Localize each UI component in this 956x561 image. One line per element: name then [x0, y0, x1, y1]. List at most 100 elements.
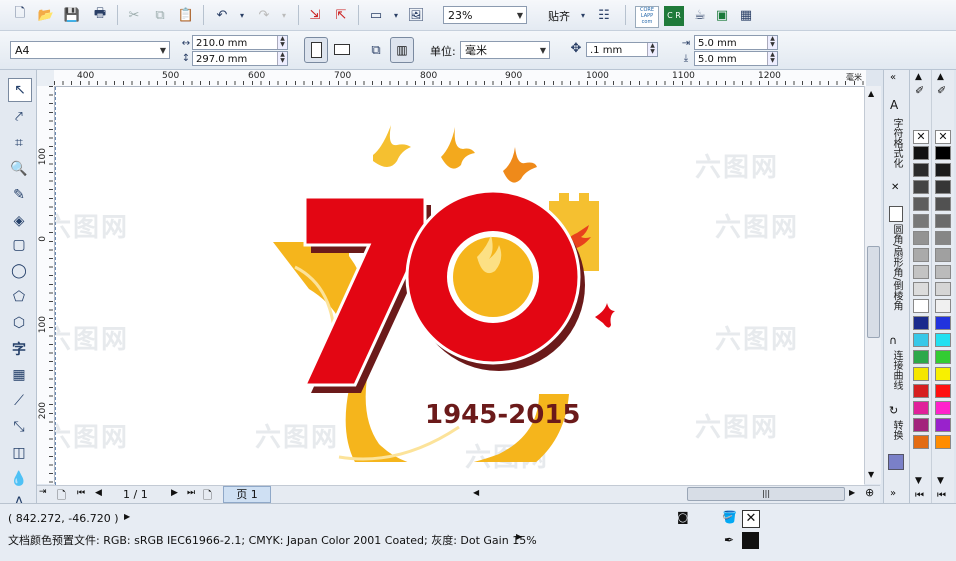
color-swatch[interactable] [935, 367, 951, 381]
color-swatch[interactable] [913, 384, 929, 398]
color-swatch[interactable] [935, 146, 951, 160]
outline-color-swatch[interactable] [742, 532, 759, 549]
palette-scroll-up-icon[interactable]: ▲ [915, 72, 922, 82]
color-swatch[interactable] [913, 180, 929, 194]
color-swatch[interactable] [935, 435, 951, 449]
pick-tool-icon[interactable]: ↖ [8, 78, 32, 102]
color-swatch[interactable] [913, 231, 929, 245]
options-icon[interactable]: ☷ [594, 5, 614, 25]
smart-fill-tool-icon[interactable]: ◈ [8, 210, 30, 232]
add-page-icon[interactable]: ⇥ [39, 487, 47, 497]
effects-tool-icon[interactable]: ◫ [8, 442, 30, 464]
color-swatch[interactable] [935, 333, 951, 347]
fill-color-swatch[interactable]: ✕ [742, 510, 760, 528]
zoom-tool-icon[interactable]: 🔍 [8, 158, 30, 180]
color-swatch[interactable] [935, 180, 951, 194]
scroll-up-icon[interactable]: ▲ [868, 89, 874, 98]
table-tool-icon[interactable]: ▦ [8, 364, 30, 386]
no-color-swatch[interactable]: ✕ [935, 130, 951, 144]
scroll-left-icon[interactable]: ◀ [473, 488, 479, 497]
fillet-icon[interactable] [889, 206, 903, 222]
page-width-field[interactable]: 210.0 mm ▲ ▼ [192, 35, 288, 50]
color-swatch[interactable] [935, 197, 951, 211]
docker-collapse-icon[interactable]: « [890, 72, 896, 83]
text-tool-icon[interactable]: 字 [8, 338, 30, 360]
color-swatch[interactable] [935, 418, 951, 432]
color-swatch[interactable] [913, 214, 929, 228]
duplicate-y-field[interactable]: 5.0 mm ▲ ▼ [694, 51, 778, 66]
open-folder-icon[interactable]: 📂 [36, 5, 56, 25]
tab-join-curves[interactable]: 连接曲线 [888, 350, 904, 390]
color-swatch[interactable] [913, 350, 929, 364]
eyedropper-tool-icon[interactable]: 💧 [8, 468, 30, 490]
color-swatch[interactable] [935, 265, 951, 279]
color-swatch[interactable] [913, 248, 929, 262]
color-swatch[interactable] [935, 384, 951, 398]
ruler-origin[interactable] [37, 70, 55, 87]
tab-character-format[interactable]: 字符格式化 [888, 118, 904, 168]
copy-icon[interactable]: ⧉ [150, 5, 170, 25]
polygon-tool-icon[interactable]: ⬠ [8, 286, 30, 308]
color-swatch[interactable] [913, 367, 929, 381]
color-proof-icon[interactable]: ◙ [677, 510, 689, 524]
corel-app-tile[interactable]: CORE LAPP com [635, 6, 659, 28]
character-format-icon[interactable]: A [890, 98, 898, 112]
connector-docker-icon[interactable]: ∩ [889, 334, 897, 347]
ellipse-tool-icon[interactable]: ◯ [8, 260, 30, 282]
vertical-scrollbar[interactable]: ▲ ▼ [864, 86, 881, 484]
unit-select[interactable]: 毫米 ▼ [460, 41, 550, 59]
color-docker-icon[interactable] [888, 454, 904, 470]
landscape-button[interactable] [330, 37, 352, 61]
duplicate-x-field[interactable]: 5.0 mm ▲ ▼ [694, 35, 778, 50]
palette-eyedropper-icon[interactable]: ✐ [915, 84, 924, 97]
color-swatch[interactable] [935, 214, 951, 228]
transform-docker-icon[interactable]: ↻ [889, 404, 898, 417]
color-swatch[interactable] [913, 316, 929, 330]
color-swatch[interactable] [935, 248, 951, 262]
undo-dropdown-icon[interactable]: ▾ [232, 5, 252, 25]
redo-dropdown-icon[interactable]: ▾ [274, 5, 294, 25]
color-swatch[interactable] [935, 316, 951, 330]
all-pages-icon[interactable]: ⧉ [366, 40, 386, 60]
drawing-canvas[interactable]: 六图网 六图网 六图网 六图网 六图网 六图网 六图网 六图网 六图网 1945… [55, 87, 864, 485]
coffee-icon[interactable]: ☕ [690, 5, 710, 25]
page-tab[interactable]: 页 1 [223, 486, 271, 503]
print-icon[interactable]: 🖶 [90, 5, 110, 25]
palette-expand-icon[interactable]: ⏮ [937, 490, 946, 501]
color-swatch[interactable] [935, 163, 951, 177]
freehand-tool-icon[interactable]: ✎ [8, 184, 30, 206]
next-page-icon[interactable]: ▶ [171, 488, 178, 498]
last-page-icon[interactable]: ⏭ [187, 488, 195, 498]
paste-icon[interactable]: 📋 [176, 5, 196, 25]
rectangle-tool-icon[interactable]: ▢ [8, 234, 30, 256]
cut-icon[interactable]: ✂ [124, 5, 144, 25]
application-launcher-icon[interactable]: ▭ [366, 5, 386, 25]
corel-connect-tile[interactable]: C R [664, 6, 684, 26]
media-icon[interactable]: ▣ [712, 5, 732, 25]
color-swatch[interactable] [935, 299, 951, 313]
page-size-select[interactable]: A4 ▼ [10, 41, 170, 59]
tab-fillet-scallop-chamfer[interactable]: 圆角/扇形角/倒棱角 [888, 224, 904, 311]
color-swatch[interactable] [913, 282, 929, 296]
tab-transform[interactable]: 转换 [888, 420, 904, 440]
new-document-icon[interactable]: 🗋 [10, 5, 30, 25]
shape-tool-icon[interactable]: ⤤ [8, 106, 30, 128]
color-swatch[interactable] [935, 350, 951, 364]
scroll-right-icon[interactable]: ▶ [849, 488, 855, 497]
color-swatch[interactable] [913, 299, 929, 313]
horizontal-ruler[interactable]: 400 500 600 700 800 900 1000 1100 1200 毫… [54, 70, 866, 87]
zoom-level-select[interactable]: 23% ▼ [443, 6, 527, 24]
vertical-scroll-thumb[interactable] [867, 246, 880, 338]
palette-eyedropper-icon[interactable]: ✐ [937, 84, 946, 97]
save-icon[interactable]: 💾 [62, 5, 82, 25]
profile-expand-icon[interactable]: ▶ [516, 532, 522, 541]
anniversary-logo[interactable]: 1945-2015 [265, 117, 625, 462]
full-screen-preview-icon[interactable]: 🖼 [406, 5, 426, 25]
color-swatch[interactable] [913, 146, 929, 160]
previous-page-icon[interactable]: ◀ [95, 488, 102, 498]
docker-expand-icon[interactable]: » [890, 488, 896, 499]
crop-tool-icon[interactable]: ⌗ [8, 132, 30, 154]
portrait-button[interactable] [304, 37, 328, 63]
color-swatch[interactable] [913, 401, 929, 415]
palette-expand-icon[interactable]: ⏮ [915, 490, 924, 501]
